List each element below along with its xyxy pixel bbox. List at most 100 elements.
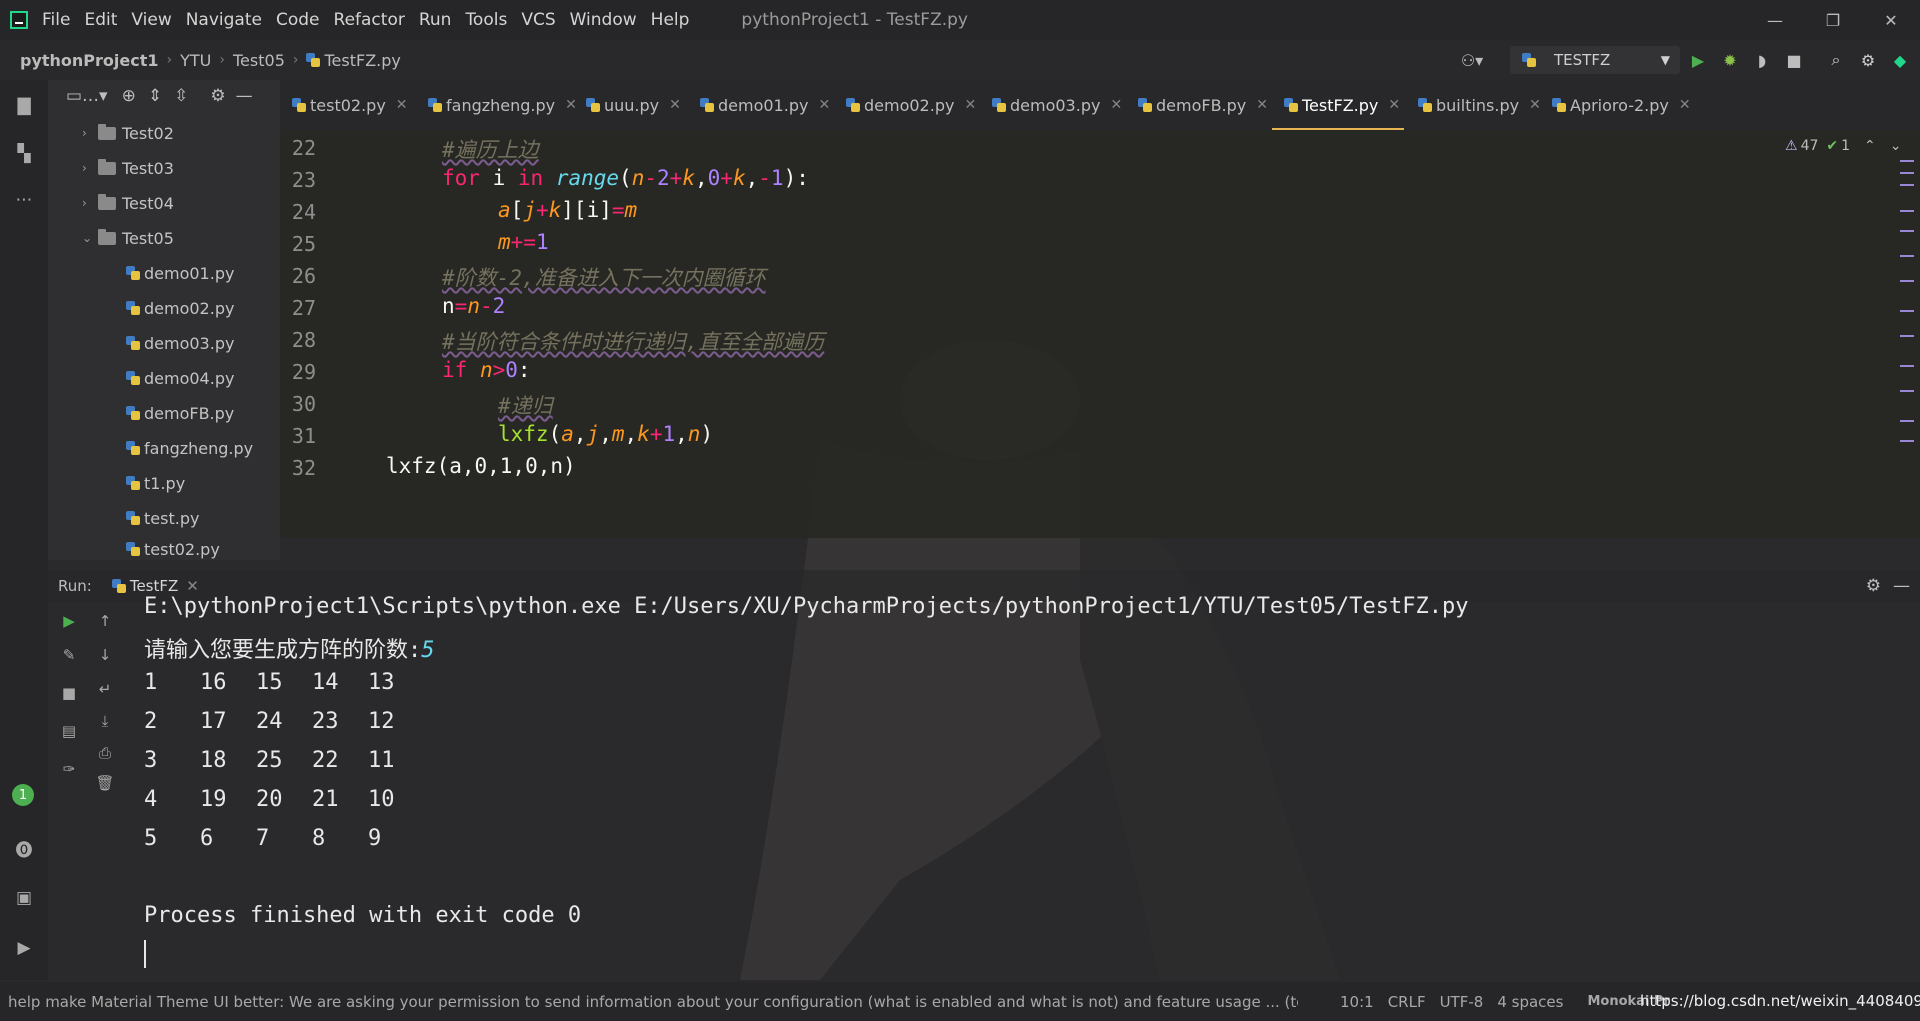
tab-label: demo02.py [864, 95, 955, 115]
soft-wrap-icon[interactable]: ↵ [94, 678, 116, 700]
tree-folder[interactable]: › Test04 [82, 188, 174, 218]
chevron-down-icon[interactable]: ⌄ [1890, 138, 1902, 154]
pin-icon[interactable]: ✑ [58, 758, 80, 780]
hide-icon[interactable]: — [236, 86, 253, 106]
project-folder-icon[interactable]: ▇ [12, 94, 36, 118]
print-icon[interactable]: ⎙ [94, 742, 116, 764]
menu-navigate[interactable]: Navigate [186, 10, 262, 30]
tab-demo02[interactable]: demo02.py ✕ [846, 90, 976, 120]
gear-icon[interactable]: ⚙ [1858, 50, 1878, 70]
breadcrumb-test05[interactable]: Test05 [233, 51, 285, 70]
minimize-button[interactable]: — [1746, 0, 1804, 40]
maximize-button[interactable]: ❐ [1804, 0, 1862, 40]
console-output[interactable]: E:\pythonProject1\Scripts\python.exe E:/… [140, 590, 1900, 980]
python-file-icon [111, 579, 126, 593]
search-icon[interactable]: ⌕ [1826, 50, 1846, 70]
tab-aprioro[interactable]: Aprioro-2.py ✕ [1552, 90, 1691, 120]
user-icon[interactable]: ⚇▾ [1456, 50, 1488, 70]
close-icon[interactable]: ✕ [1529, 97, 1541, 113]
close-icon[interactable]: ✕ [1256, 97, 1268, 113]
breadcrumb-file[interactable]: TestFZ.py [324, 51, 400, 70]
close-icon[interactable]: ✕ [1388, 97, 1400, 113]
close-icon[interactable]: ✕ [669, 97, 681, 113]
wrench-icon[interactable]: ✎ [58, 644, 80, 666]
layout-icon[interactable]: ▤ [58, 720, 80, 742]
menu-view[interactable]: View [131, 10, 171, 30]
close-icon[interactable]: ✕ [1679, 97, 1691, 113]
tree-file[interactable]: test02.py [126, 538, 220, 560]
menu-refactor[interactable]: Refactor [334, 10, 405, 30]
matrix-row: 1 16 15 14 13 [144, 670, 395, 695]
close-button[interactable]: ✕ [1862, 0, 1920, 40]
close-icon[interactable]: ✕ [565, 97, 577, 113]
collapse-all-icon[interactable]: ⇳ [174, 86, 188, 106]
structure-icon[interactable]: ▚ [12, 142, 36, 166]
rerun-icon[interactable]: ▶ [58, 610, 80, 632]
file-encoding[interactable]: UTF-8 [1440, 993, 1484, 1011]
menu-edit[interactable]: Edit [84, 10, 117, 30]
close-icon[interactable]: ✕ [396, 97, 408, 113]
arrow-up-icon[interactable]: ↑ [94, 610, 116, 632]
tree-folder[interactable]: ⌄ Test05 [82, 223, 174, 253]
notification-badge[interactable]: 1 [12, 784, 34, 806]
menu-tools[interactable]: Tools [465, 10, 507, 30]
close-icon[interactable]: ✕ [818, 97, 830, 113]
debug-icon[interactable]: ✹ [1720, 50, 1740, 70]
problems-icon[interactable]: ⓿ [12, 836, 36, 861]
locate-icon[interactable]: ⊕ [122, 86, 136, 106]
caret-position[interactable]: 10:1 [1340, 993, 1374, 1011]
tree-file[interactable]: test.py [126, 503, 199, 533]
run-tool-icon[interactable]: ▶ [12, 936, 36, 960]
menu-window[interactable]: Window [570, 10, 637, 30]
tab-builtins[interactable]: builtins.py ✕ [1418, 90, 1541, 120]
indent-setting[interactable]: 4 spaces [1497, 993, 1563, 1011]
tab-uuu[interactable]: uuu.py ✕ [586, 90, 681, 120]
menu-vcs[interactable]: VCS [521, 10, 555, 30]
error-stripe[interactable] [1900, 160, 1916, 450]
arrow-down-icon[interactable]: ↓ [94, 644, 116, 666]
status-message[interactable]: help make Material Theme UI better: We a… [8, 993, 1298, 1011]
close-icon[interactable]: ✕ [964, 97, 976, 113]
run-icon[interactable]: ▶ [1688, 50, 1708, 70]
tree-file[interactable]: demoFB.py [126, 398, 234, 428]
trash-icon[interactable]: 🗑 [94, 772, 116, 794]
menu-file[interactable]: File [42, 10, 70, 30]
coverage-icon[interactable]: ◗ [1752, 50, 1772, 70]
tree-file[interactable]: demo02.py [126, 293, 234, 323]
more-icon[interactable]: ⋯ [12, 188, 36, 212]
close-icon[interactable]: ✕ [1110, 97, 1122, 113]
breadcrumb-ytu[interactable]: YTU [180, 51, 211, 70]
python-file-icon [1552, 98, 1566, 112]
tab-test02[interactable]: test02.py ✕ [292, 90, 408, 120]
tree-folder[interactable]: › Test02 [82, 118, 174, 148]
line-separator[interactable]: CRLF [1388, 993, 1426, 1011]
view-select-icon[interactable]: ▭…▾ [66, 86, 108, 106]
tab-demofb[interactable]: demoFB.py ✕ [1138, 90, 1268, 120]
menu-run[interactable]: Run [419, 10, 452, 30]
code-editor[interactable]: 22 23 24 25 26 27 28 29 30 31 32 #遍历上边 f… [280, 130, 1920, 538]
tree-file[interactable]: demo03.py [126, 328, 234, 358]
tab-demo01[interactable]: demo01.py ✕ [700, 90, 830, 120]
scroll-to-end-icon[interactable]: ⤓ [94, 710, 116, 732]
breadcrumb-project[interactable]: pythonProject1 [20, 51, 159, 70]
tree-file[interactable]: fangzheng.py [126, 433, 253, 463]
stop-icon[interactable]: ■ [58, 682, 80, 704]
stop-icon[interactable]: ■ [1784, 50, 1804, 70]
tree-folder[interactable]: › Test03 [82, 153, 174, 183]
plugin-icon[interactable]: ◆ [1890, 50, 1910, 70]
expand-all-icon[interactable]: ⇕ [148, 86, 162, 106]
menu-code[interactable]: Code [276, 10, 320, 30]
stripe-mark [1900, 390, 1914, 392]
terminal-icon[interactable]: ▣ [12, 886, 36, 910]
tree-file[interactable]: demo01.py [126, 258, 234, 288]
tab-testfz[interactable]: TestFZ.py ✕ [1284, 90, 1400, 120]
gear-icon[interactable]: ⚙ [210, 86, 225, 106]
tab-demo03[interactable]: demo03.py ✕ [992, 90, 1122, 120]
menu-help[interactable]: Help [651, 10, 690, 30]
tree-file[interactable]: demo04.py [126, 363, 234, 393]
tab-fangzheng[interactable]: fangzheng.py ✕ [428, 90, 577, 120]
run-configuration-select[interactable]: TESTFZ ▼ [1510, 46, 1680, 74]
inspection-widget[interactable]: ⚠ 47 ✔ 1 ⌃ ⌄ [1785, 138, 1902, 154]
tree-file[interactable]: t1.py [126, 468, 185, 498]
chevron-up-icon[interactable]: ⌃ [1864, 138, 1876, 154]
